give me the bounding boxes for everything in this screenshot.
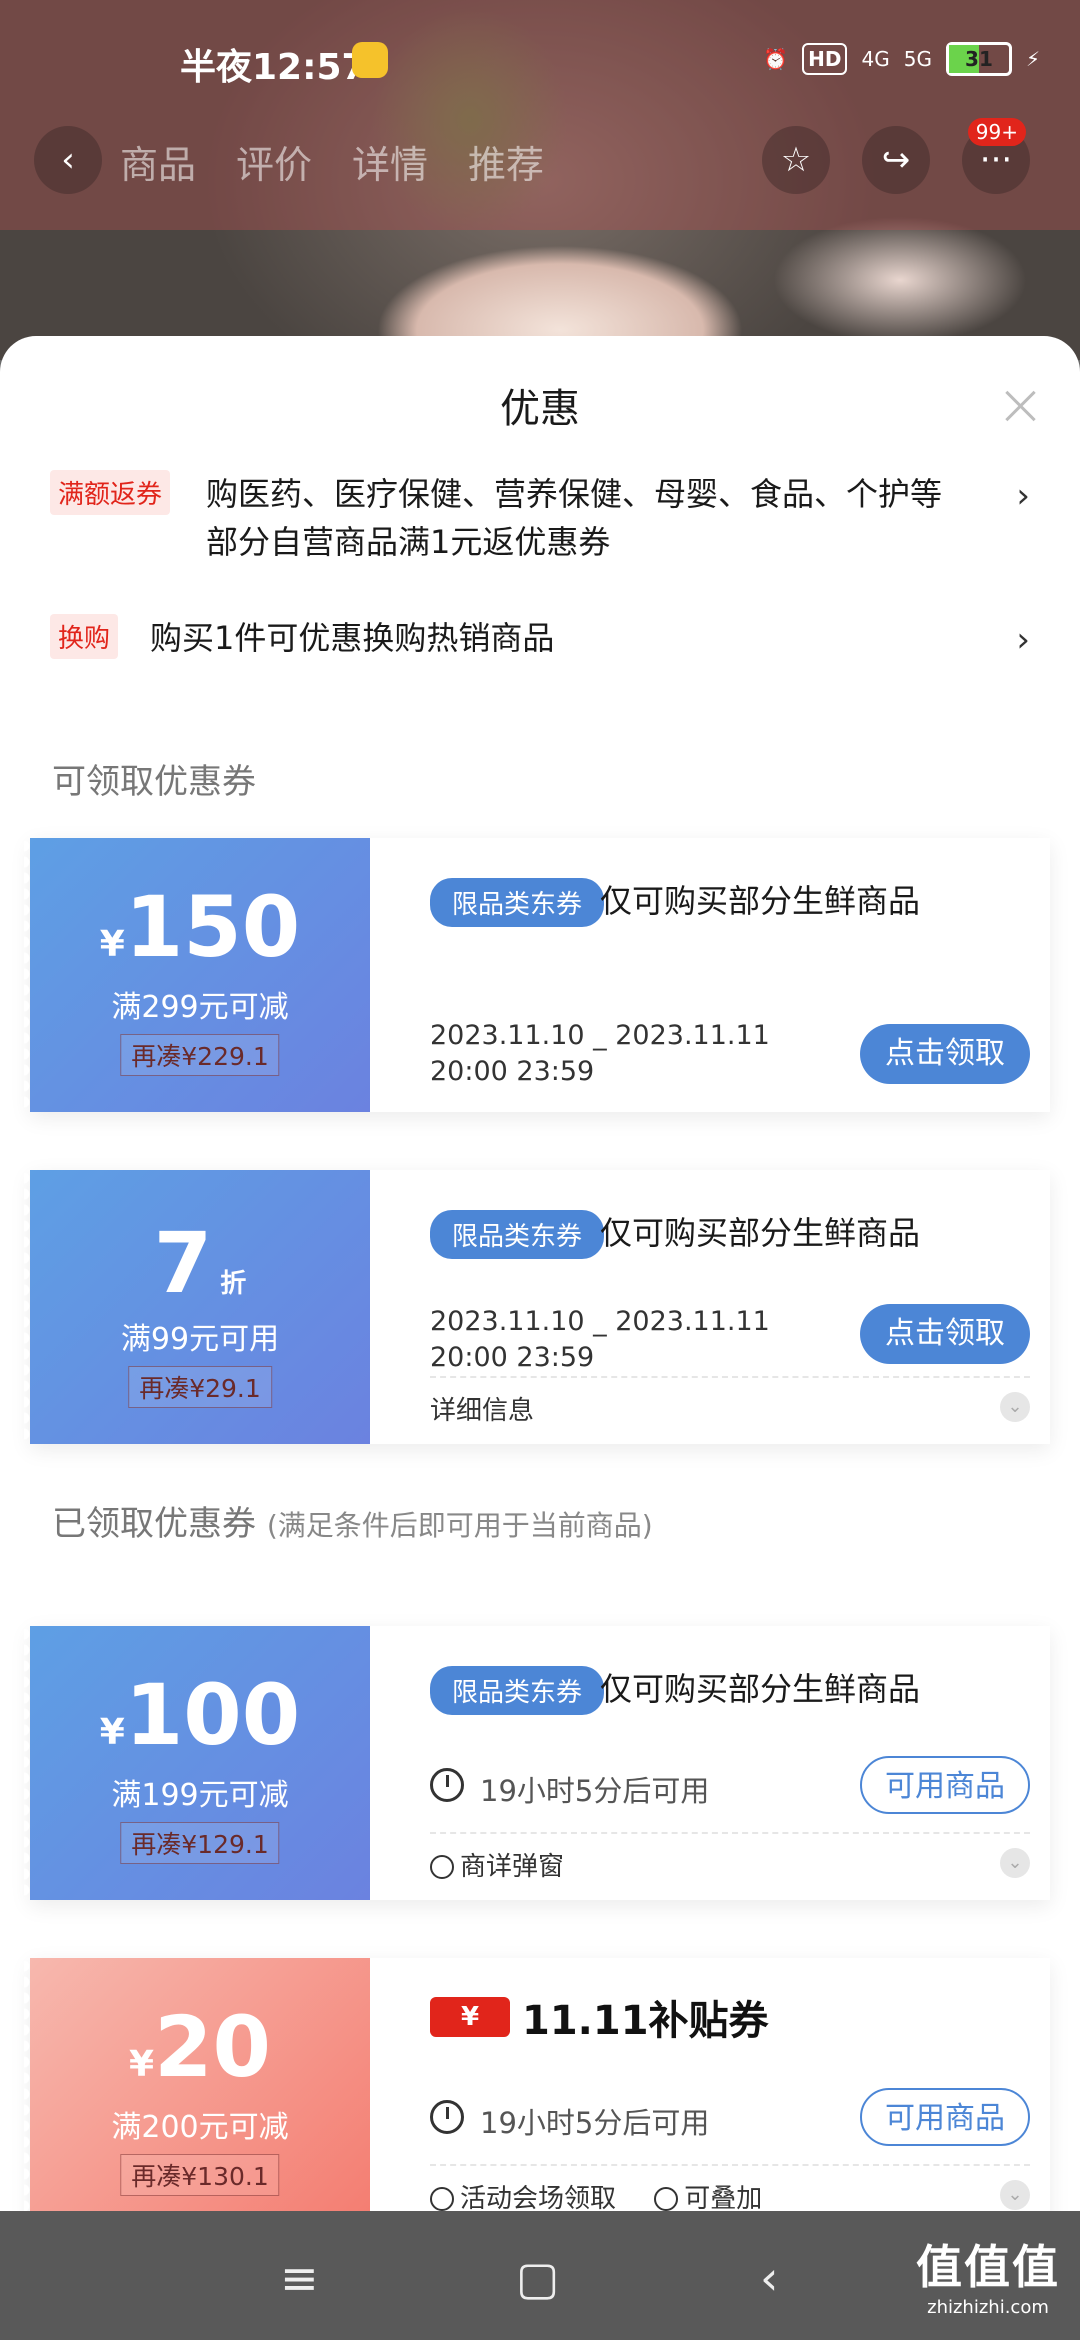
coupon-info: 限品类东券 仅可购买部分生鲜商品 19小时5分后可用 可用商品 商详弹窗 ⌄ bbox=[400, 1626, 1030, 1900]
divider bbox=[430, 1832, 1030, 1834]
coupon-amount: ¥150 bbox=[99, 878, 301, 976]
home-icon[interactable]: ▢ bbox=[516, 2251, 559, 2305]
coupon-need-more: 再凑¥129.1 bbox=[120, 1822, 280, 1864]
tab-recommend[interactable]: 推荐 bbox=[468, 134, 544, 189]
coupon-info: ¥ 11.11补贴券 19小时5分后可用 可用商品 活动会场领取 可叠加 ⌄ bbox=[400, 1958, 1030, 2211]
coupon-source: 商详弹窗 bbox=[430, 1846, 564, 1883]
share-button[interactable]: ↪ bbox=[862, 126, 930, 194]
back-icon[interactable]: ‹ bbox=[760, 2251, 778, 2305]
chevron-down-icon[interactable]: ⌄ bbox=[1000, 1848, 1030, 1878]
menu-icon[interactable]: ≡ bbox=[280, 2251, 319, 2305]
coupon-card: ¥100 满199元可减 再凑¥129.1 限品类东券 仅可购买部分生鲜商品 1… bbox=[24, 1626, 1050, 1900]
promo-text: 购买1件可优惠换购热销商品 bbox=[150, 619, 555, 657]
status-bar: 半夜12:57 ⏰ HD 4G 5G 31 ⚡ bbox=[0, 28, 1080, 98]
clock-icon bbox=[430, 1768, 464, 1802]
battery-icon: 31 bbox=[945, 42, 1012, 76]
signal-5g-icon: 5G bbox=[903, 47, 932, 71]
stackable-label: 可叠加 bbox=[684, 2184, 763, 2211]
chevron-right-icon: › bbox=[1016, 620, 1030, 660]
coupon-amount: ¥100 bbox=[99, 1666, 301, 1764]
message-badge: 99+ bbox=[967, 118, 1026, 146]
coupon-wait-time: 19小时5分后可用 bbox=[480, 2106, 710, 2140]
section-available-title: 可领取优惠券 bbox=[52, 762, 256, 802]
section-owned-subtitle: (满足条件后即可用于当前商品) bbox=[266, 1509, 653, 1542]
coupon-info: 限品类东券 仅可购买部分生鲜商品 2023.11.10 _ 2023.11.11… bbox=[400, 838, 1030, 1112]
coupon-type-tag: 限品类东券 bbox=[430, 1210, 605, 1259]
coupon-card: ¥20 满200元可减 再凑¥130.1 ¥ 11.11补贴券 19小时5分后可… bbox=[24, 1958, 1050, 2211]
sheet-title: 优惠 bbox=[500, 386, 580, 432]
hd-icon: HD bbox=[802, 43, 848, 75]
more-button[interactable]: ··· 99+ bbox=[962, 118, 1030, 194]
coupon-wait-time: 19小时5分后可用 bbox=[480, 1774, 710, 1808]
coupon-scope: 仅可购买部分生鲜商品 bbox=[600, 1670, 921, 1708]
section-owned-title: 已领取优惠券 (满足条件后即可用于当前商品) bbox=[52, 1504, 653, 1544]
usable-products-button[interactable]: 可用商品 bbox=[860, 2088, 1030, 2146]
promo-text: 购医药、医疗保健、营养保健、母婴、食品、个护等部分自营商品满1元返优惠券 bbox=[206, 475, 943, 561]
status-icons: ⏰ HD 4G 5G 31 ⚡ bbox=[763, 42, 1040, 76]
coupon-type-tag: 限品类东券 bbox=[430, 1666, 605, 1715]
coupon-value-panel: 7折 满99元可用 再凑¥29.1 bbox=[24, 1170, 370, 1444]
coupon-condition: 满200元可减 bbox=[111, 2110, 289, 2145]
coupon-type-tag: 限品类东券 bbox=[430, 878, 605, 927]
usable-products-button[interactable]: 可用商品 bbox=[860, 1756, 1030, 1814]
coupon-condition: 满299元可减 bbox=[111, 990, 289, 1025]
coupon-amount: 7折 bbox=[153, 1214, 247, 1312]
coupon-scope: 仅可购买部分生鲜商品 bbox=[600, 1214, 921, 1252]
coupon-value-panel: ¥150 满299元可减 再凑¥229.1 bbox=[24, 838, 370, 1112]
claim-coupon-button[interactable]: 点击领取 bbox=[860, 1304, 1030, 1364]
coupon-condition: 满199元可减 bbox=[111, 1778, 289, 1813]
coupon-condition: 满99元可用 bbox=[120, 1322, 280, 1357]
tab-details[interactable]: 详情 bbox=[352, 134, 428, 189]
signal-4g-icon: 4G bbox=[861, 47, 890, 71]
coupon-detail-link[interactable]: 详细信息 bbox=[430, 1390, 534, 1427]
product-tabs: 商品 评价 详情 推荐 bbox=[120, 134, 544, 189]
back-button[interactable]: ‹ bbox=[34, 126, 102, 194]
divider bbox=[430, 2164, 1030, 2166]
coupon-value-panel: ¥100 满199元可减 再凑¥129.1 bbox=[24, 1626, 370, 1900]
alarm-icon: ⏰ bbox=[763, 47, 789, 71]
coupon-amount: ¥20 bbox=[129, 1998, 271, 2096]
clock-icon bbox=[430, 2100, 464, 2134]
coupon-card: ¥150 满299元可减 再凑¥229.1 限品类东券 仅可购买部分生鲜商品 2… bbox=[24, 838, 1050, 1112]
promo-row-return-coupon[interactable]: 满额返券 购医药、医疗保健、营养保健、母婴、食品、个护等部分自营商品满1元返优惠… bbox=[50, 470, 1030, 570]
claim-coupon-button[interactable]: 点击领取 bbox=[860, 1024, 1030, 1084]
discount-sheet: 优惠 满额返券 购医药、医疗保健、营养保健、母婴、食品、个护等部分自营商品满1元… bbox=[0, 336, 1080, 2211]
promo-tag: 换购 bbox=[50, 614, 119, 659]
chevron-down-icon[interactable]: ⌄ bbox=[1000, 1392, 1030, 1422]
system-navigation-bar: ≡ ▢ ‹ 值值值 zhizhizhi.com bbox=[0, 2211, 1080, 2340]
stack-icon bbox=[654, 2187, 679, 2211]
promo-tag: 满额返券 bbox=[50, 470, 171, 515]
tab-reviews[interactable]: 评价 bbox=[236, 134, 312, 189]
coupon-need-more: 再凑¥130.1 bbox=[120, 2154, 280, 2196]
coupon-card: 7折 满99元可用 再凑¥29.1 限品类东券 仅可购买部分生鲜商品 2023.… bbox=[24, 1170, 1050, 1444]
product-header: ‹ 商品 评价 详情 推荐 ☆ ↪ ··· 99+ bbox=[0, 118, 1080, 200]
coupon-dates: 2023.11.10 _ 2023.11.11 20:00 23:59 bbox=[430, 1306, 770, 1373]
promo-row-exchange[interactable]: 换购 购买1件可优惠换购热销商品 › bbox=[50, 614, 1030, 674]
favorite-star-button[interactable]: ☆ bbox=[762, 126, 830, 194]
divider bbox=[430, 1376, 1030, 1378]
ticket-icon bbox=[430, 1855, 454, 1879]
status-time: 半夜12:57 bbox=[180, 47, 367, 88]
tab-product[interactable]: 商品 bbox=[120, 134, 196, 189]
yen-icon: ¥ bbox=[430, 1997, 510, 2037]
weibo-icon bbox=[352, 42, 388, 78]
coupon-value-panel: ¥20 满200元可减 再凑¥130.1 bbox=[24, 1958, 370, 2211]
subsidy-title: 11.11补贴券 bbox=[522, 1998, 769, 2044]
coupon-info: 限品类东券 仅可购买部分生鲜商品 2023.11.10 _ 2023.11.11… bbox=[400, 1170, 1030, 1444]
charging-icon: ⚡ bbox=[1025, 47, 1040, 71]
coupon-scope: 仅可购买部分生鲜商品 bbox=[600, 882, 921, 920]
subsidy-coupon-logo: ¥ 11.11补贴券 bbox=[430, 1988, 769, 2046]
chevron-right-icon: › bbox=[1016, 476, 1030, 516]
coupon-dates: 2023.11.10 _ 2023.11.11 20:00 23:59 bbox=[430, 1020, 770, 1087]
close-icon[interactable] bbox=[1000, 386, 1040, 426]
coupon-source: 活动会场领取 可叠加 bbox=[430, 2178, 762, 2211]
chevron-down-icon[interactable]: ⌄ bbox=[1000, 2180, 1030, 2210]
ticket-icon bbox=[430, 2187, 454, 2211]
coupon-need-more: 再凑¥29.1 bbox=[128, 1366, 272, 1408]
watermark-logo: 值值值 zhizhizhi.com bbox=[916, 2240, 1060, 2318]
coupon-need-more: 再凑¥229.1 bbox=[120, 1034, 280, 1076]
